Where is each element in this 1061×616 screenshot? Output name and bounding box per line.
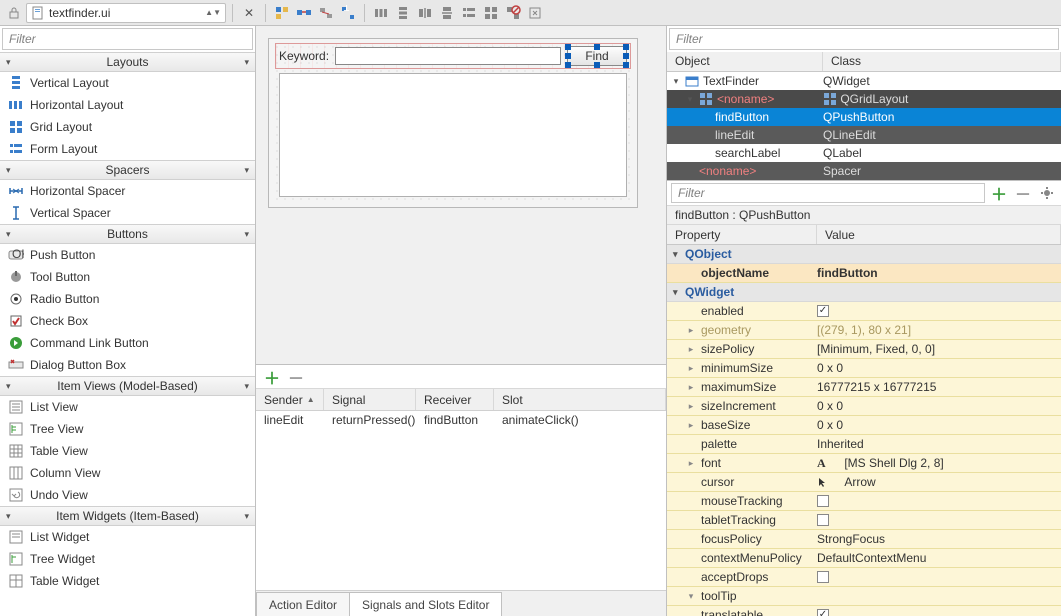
prop-cursor[interactable]: cursor Arrow bbox=[667, 473, 1061, 492]
signals-table-header: Sender▲ Signal Receiver Slot bbox=[256, 389, 666, 411]
lineedit-keyword[interactable] bbox=[335, 47, 561, 65]
property-filter[interactable]: Filter bbox=[671, 183, 985, 203]
category-item-views[interactable]: Item Views (Model-Based) bbox=[0, 376, 255, 396]
layout-horizontal-splitter-icon[interactable] bbox=[415, 3, 435, 23]
widget-tree-view[interactable]: Tree View bbox=[0, 418, 255, 440]
prop-minimumSize[interactable]: ▸minimumSize0 x 0 bbox=[667, 359, 1061, 378]
prop-acceptDrops[interactable]: acceptDrops bbox=[667, 568, 1061, 587]
widget-push-button[interactable]: OKPush Button bbox=[0, 244, 255, 266]
prop-sizeIncrement[interactable]: ▸sizeIncrement0 x 0 bbox=[667, 397, 1061, 416]
close-file-icon[interactable]: ✕ bbox=[239, 3, 259, 23]
widget-table-widget[interactable]: Table Widget bbox=[0, 570, 255, 592]
prop-translatable[interactable]: translatable✓ bbox=[667, 606, 1061, 616]
remove-dynamic-property-icon[interactable]: － bbox=[1013, 183, 1033, 203]
lock-icon[interactable] bbox=[4, 3, 24, 23]
category-spacers[interactable]: Spacers bbox=[0, 160, 255, 180]
property-settings-icon[interactable] bbox=[1037, 183, 1057, 203]
widget-command-link-button[interactable]: Command Link Button bbox=[0, 332, 255, 354]
property-object-label: findButton : QPushButton bbox=[667, 205, 1061, 225]
prop-palette[interactable]: paletteInherited bbox=[667, 435, 1061, 454]
prop-mouseTracking[interactable]: mouseTracking bbox=[667, 492, 1061, 511]
property-header: Property Value bbox=[667, 225, 1061, 245]
prop-maximumSize[interactable]: ▸maximumSize16777215 x 16777215 bbox=[667, 378, 1061, 397]
add-signal-icon[interactable]: ＋ bbox=[262, 367, 282, 387]
edit-widgets-mode-icon[interactable] bbox=[272, 3, 292, 23]
widget-horizontal-layout[interactable]: Horizontal Layout bbox=[0, 94, 255, 116]
widget-table-view[interactable]: Table View bbox=[0, 440, 255, 462]
edit-tab-order-mode-icon[interactable]: 1 bbox=[338, 3, 358, 23]
widget-form-layout[interactable]: Form Layout bbox=[0, 138, 255, 160]
category-item-widgets[interactable]: Item Widgets (Item-Based) bbox=[0, 506, 255, 526]
keyword-label[interactable]: Keyword: bbox=[279, 49, 329, 63]
edit-buddies-mode-icon[interactable] bbox=[316, 3, 336, 23]
inspector-header: Object Class bbox=[667, 52, 1061, 72]
form-canvas[interactable]: Keyword: Find bbox=[268, 38, 638, 208]
property-group-qobject[interactable]: ▾QObject bbox=[667, 245, 1061, 264]
widgetbox-filter[interactable]: Filter bbox=[2, 28, 253, 50]
file-selector[interactable]: textfinder.ui ▲▼ bbox=[26, 3, 226, 23]
file-selector-arrows: ▲▼ bbox=[205, 10, 221, 15]
category-layouts[interactable]: Layouts bbox=[0, 52, 255, 72]
widget-vertical-layout[interactable]: Vertical Layout bbox=[0, 72, 255, 94]
widget-list-widget[interactable]: List Widget bbox=[0, 526, 255, 548]
prop-baseSize[interactable]: ▸baseSize0 x 0 bbox=[667, 416, 1061, 435]
prop-tabletTracking[interactable]: tabletTracking bbox=[667, 511, 1061, 530]
widget-radio-button[interactable]: Radio Button bbox=[0, 288, 255, 310]
widget-horizontal-spacer[interactable]: Horizontal Spacer bbox=[0, 180, 255, 202]
property-editor: Filter ＋ － findButton : QPushButton Prop… bbox=[667, 180, 1061, 616]
prop-font[interactable]: ▸fontA [MS Shell Dlg 2, 8] bbox=[667, 454, 1061, 473]
widget-box: Filter Layouts Vertical Layout Horizonta… bbox=[0, 26, 256, 616]
form-design-area[interactable]: Keyword: Find bbox=[256, 26, 666, 364]
form-file-icon bbox=[31, 6, 45, 20]
prop-focusPolicy[interactable]: focusPolicyStrongFocus bbox=[667, 530, 1061, 549]
main-toolbar: textfinder.ui ▲▼ ✕ 1 bbox=[0, 0, 1061, 26]
break-layout-icon[interactable] bbox=[503, 3, 523, 23]
widget-tool-button[interactable]: Tool Button bbox=[0, 266, 255, 288]
widget-list-view[interactable]: List View bbox=[0, 396, 255, 418]
widget-grid-layout[interactable]: Grid Layout bbox=[0, 116, 255, 138]
prop-geometry[interactable]: ▸geometry[(279, 1), 80 x 21] bbox=[667, 321, 1061, 340]
layout-horizontal-icon[interactable] bbox=[371, 3, 391, 23]
tab-signals-slots-editor[interactable]: Signals and Slots Editor bbox=[349, 592, 502, 616]
adjust-size-icon[interactable] bbox=[525, 3, 545, 23]
category-buttons[interactable]: Buttons bbox=[0, 224, 255, 244]
prop-sizePolicy[interactable]: ▸sizePolicy[Minimum, Fixed, 0, 0] bbox=[667, 340, 1061, 359]
add-dynamic-property-icon[interactable]: ＋ bbox=[989, 183, 1009, 203]
remove-signal-icon[interactable]: － bbox=[286, 367, 306, 387]
edit-signals-mode-icon[interactable] bbox=[294, 3, 314, 23]
widget-dialog-button-box[interactable]: Dialog Button Box bbox=[0, 354, 255, 376]
find-button[interactable]: Find bbox=[567, 46, 627, 66]
prop-toolTip[interactable]: ▾toolTip bbox=[667, 587, 1061, 606]
widget-check-box[interactable]: Check Box bbox=[0, 310, 255, 332]
widget-vertical-spacer[interactable]: Vertical Spacer bbox=[0, 202, 255, 224]
inspector-filter[interactable]: Filter bbox=[669, 28, 1059, 50]
svg-text:OK: OK bbox=[12, 247, 24, 261]
widget-tree-widget[interactable]: Tree Widget bbox=[0, 548, 255, 570]
widget-undo-view[interactable]: Undo View bbox=[0, 484, 255, 506]
prop-contextMenuPolicy[interactable]: contextMenuPolicyDefaultContextMenu bbox=[667, 549, 1061, 568]
property-group-qwidget[interactable]: ▾QWidget bbox=[667, 283, 1061, 302]
signals-editor-panel: ＋ － Sender▲ Signal Receiver Slot lineEdi… bbox=[256, 364, 666, 616]
tab-action-editor[interactable]: Action Editor bbox=[256, 592, 350, 616]
prop-enabled[interactable]: enabled✓ bbox=[667, 302, 1061, 321]
svg-text:1: 1 bbox=[343, 5, 350, 14]
layout-vertical-icon[interactable] bbox=[393, 3, 413, 23]
layout-vertical-splitter-icon[interactable] bbox=[437, 3, 457, 23]
object-inspector-tree[interactable]: ▾TextFinder QWidget ▾<noname> QGridLayou… bbox=[667, 72, 1061, 180]
signals-table-row[interactable]: lineEdit returnPressed() findButton anim… bbox=[256, 411, 666, 431]
file-name: textfinder.ui bbox=[49, 6, 110, 20]
textedit-area[interactable] bbox=[279, 73, 627, 197]
layout-form-icon[interactable] bbox=[459, 3, 479, 23]
prop-objectName[interactable]: objectNamefindButton bbox=[667, 264, 1061, 283]
widget-column-view[interactable]: Column View bbox=[0, 462, 255, 484]
layout-grid-icon[interactable] bbox=[481, 3, 501, 23]
